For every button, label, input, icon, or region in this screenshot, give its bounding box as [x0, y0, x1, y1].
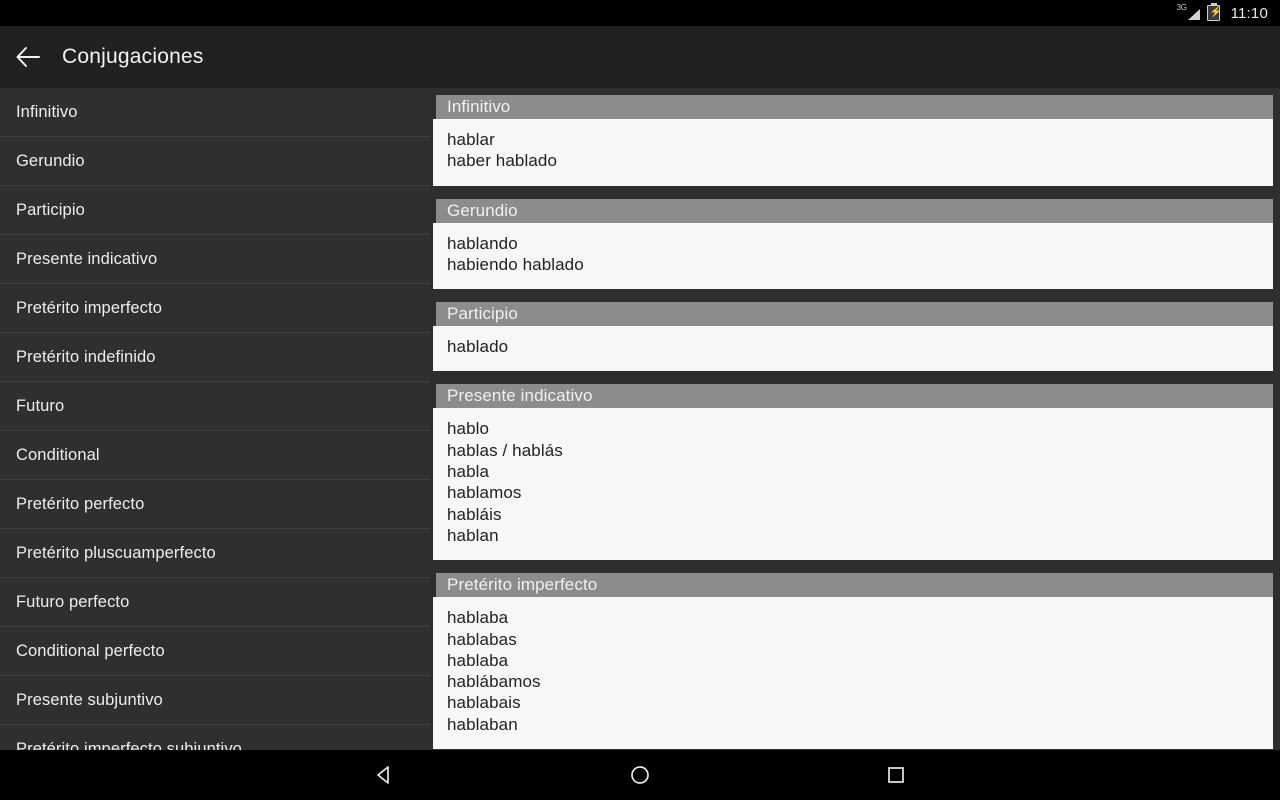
back-arrow-icon: [16, 47, 40, 67]
nav-back-button[interactable]: [320, 750, 448, 800]
sidebar-item-label: Pretérito imperfecto subjuntivo: [16, 740, 242, 750]
conjugation-line: hablaba: [447, 608, 509, 628]
card-body: hablando habiendo hablado: [433, 222, 1273, 290]
conjugation-line: habiendo hablado: [447, 254, 584, 274]
conjugation-line: hablan: [447, 525, 499, 545]
sidebar-item[interactable]: Pretérito perfecto: [0, 480, 430, 529]
sidebar-item[interactable]: Pretérito indefinido: [0, 333, 430, 382]
back-button[interactable]: [0, 26, 56, 88]
conjugation-line: hablar: [447, 130, 495, 149]
sidebar-item-label: Pretérito imperfecto: [16, 299, 162, 317]
card-header-title: Participio: [447, 304, 518, 324]
conjugation-line: hablaban: [447, 714, 518, 734]
sidebar-item-label: Futuro: [16, 397, 65, 415]
conjugation-line: hablábamos: [447, 672, 541, 692]
conjugation-line: hablaba: [447, 650, 509, 670]
sidebar-item[interactable]: Participio: [0, 186, 430, 235]
sidebar-item-label: Participio: [16, 201, 85, 219]
card-body: hablaba hablabas hablaba hablábamos hablabai…: [433, 597, 1273, 750]
conjugation-line: hablo: [447, 419, 490, 439]
sidebar-item-label: Conditional perfecto: [16, 642, 165, 660]
conjugation-card: Participio hablado: [433, 302, 1273, 372]
card-header: Pretérito imperfecto: [433, 573, 1273, 598]
sidebar-item-label: Presente subjuntivo: [16, 691, 163, 709]
nav-home-circle-icon: [631, 766, 649, 784]
sidebar-item-label: Futuro perfecto: [16, 593, 130, 611]
card-header: Infinitivo: [433, 95, 1273, 119]
conjugation-line: hablamos: [447, 483, 522, 503]
conjugation-line: hablabas: [447, 629, 517, 649]
conjugation-line: haber hablado: [447, 151, 558, 171]
sidebar-item[interactable]: Presente subjuntivo: [0, 676, 430, 725]
sidebar-item-label: Pretérito indefinido: [16, 348, 156, 366]
sidebar-item[interactable]: Gerundio: [0, 137, 430, 186]
sidebar-item-label: Presente indicativo: [16, 250, 158, 268]
conjugation-line: hablas / hablás: [447, 440, 563, 460]
sidebar-item[interactable]: Futuro: [0, 382, 430, 431]
card-header: Participio: [433, 302, 1273, 327]
card-body: hablado: [433, 326, 1273, 372]
signal-bars-triangle: [1187, 9, 1200, 20]
sidebar-item[interactable]: Pretérito imperfecto: [0, 284, 430, 333]
signal-3g-icon: 3G: [1176, 3, 1200, 21]
tense-list-sidebar[interactable]: Infinitivo Gerundio Participio Presente ind…: [0, 88, 430, 750]
nav-home-button[interactable]: [576, 750, 704, 800]
conjugation-panel[interactable]: Infinitivo hablar haber hablado Gerundio hab…: [430, 88, 1280, 750]
nav-recents-button[interactable]: [832, 750, 960, 800]
nav-recents-square-icon: [888, 767, 904, 783]
main-content: Infinitivo Gerundio Participio Presente ind…: [0, 88, 1280, 750]
conjugation-line: hablabais: [447, 693, 521, 713]
card-header-title: Infinitivo: [447, 97, 511, 116]
conjugation-card: Infinitivo hablar haber hablado: [433, 95, 1273, 186]
status-bar: 3G ⚡ 11:10: [0, 0, 1280, 26]
status-bar-icons: 3G ⚡ 11:10: [1176, 3, 1268, 22]
conjugation-line: hablando: [447, 233, 518, 253]
conjugation-card: Gerundio hablando habiendo hablado: [433, 198, 1273, 290]
card-header-title: Gerundio: [447, 200, 518, 220]
conjugation-line: habla: [447, 462, 490, 482]
conjugation-card: Pretérito imperfecto hablaba hablabas habla…: [433, 573, 1273, 750]
conjugation-line: hablado: [447, 337, 509, 357]
card-header: Gerundio: [433, 198, 1273, 223]
status-bar-clock: 11:10: [1230, 4, 1268, 22]
sidebar-item[interactable]: Conditional: [0, 431, 430, 480]
signal-network-label: 3G: [1176, 3, 1187, 12]
card-header-title: Pretérito imperfecto: [447, 575, 598, 595]
sidebar-item[interactable]: Pretérito pluscuamperfecto: [0, 529, 430, 578]
sidebar-item[interactable]: Pretérito imperfecto subjuntivo: [0, 725, 430, 750]
card-header-title: Presente indicativo: [447, 386, 593, 406]
sidebar-item-label: Conditional: [16, 446, 100, 464]
sidebar-item[interactable]: Futuro perfecto: [0, 578, 430, 627]
sidebar-item[interactable]: Presente indicativo: [0, 235, 430, 284]
conjugation-card: Presente indicativo hablo hablas / hablás h…: [433, 384, 1273, 561]
sidebar-item[interactable]: Conditional perfecto: [0, 627, 430, 676]
nav-back-triangle-icon: [377, 766, 389, 784]
sidebar-item-label: Pretérito pluscuamperfecto: [16, 544, 216, 562]
battery-bolt-glyph: ⚡: [1209, 7, 1223, 18]
app-toolbar: Conjugaciones: [0, 26, 1280, 88]
page-title: Conjugaciones: [62, 45, 204, 68]
sidebar-item-label: Gerundio: [16, 152, 85, 170]
conjugation-line: habláis: [447, 504, 502, 524]
battery-charging-icon: ⚡: [1206, 3, 1223, 21]
card-body: hablar haber hablado: [433, 119, 1273, 186]
android-navigation-bar: [0, 750, 1280, 800]
card-body: hablo hablas / hablás habla hablamos habláis…: [433, 408, 1273, 561]
card-header: Presente indicativo: [433, 384, 1273, 409]
sidebar-item[interactable]: Infinitivo: [0, 88, 430, 137]
sidebar-item-label: Infinitivo: [16, 103, 78, 121]
sidebar-item-label: Pretérito perfecto: [16, 495, 145, 513]
